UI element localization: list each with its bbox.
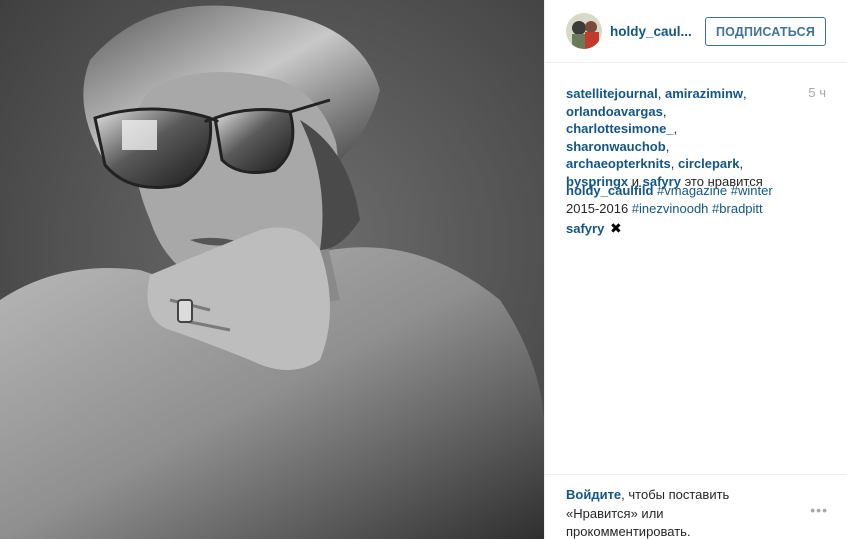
hashtag-link[interactable]: #bradpitt <box>712 201 763 216</box>
post-side-panel: holdy_caul... ПОДПИСАТЬСЯ satellitejourn… <box>544 0 847 539</box>
username-link[interactable]: holdy_caul... <box>610 24 692 39</box>
clover-emoji-icon: ✖ <box>609 220 622 236</box>
caption-comment: holdy_caulfild #vmagazine #winter 2015-2… <box>566 182 806 217</box>
hashtag-link[interactable]: #winter <box>731 183 773 198</box>
like-user-link[interactable]: archaeopterknits <box>566 156 671 171</box>
comma: , <box>739 156 744 171</box>
avatar[interactable] <box>566 13 602 49</box>
post-footer: Войдите, чтобы поставить «Нравится» или … <box>545 474 847 539</box>
login-prompt: Войдите, чтобы поставить «Нравится» или … <box>566 486 756 539</box>
like-user-link[interactable]: sharonwauchob <box>566 139 666 154</box>
post-header: holdy_caul... ПОДПИСАТЬСЯ <box>545 0 847 63</box>
comment-user-link[interactable]: holdy_caulfild <box>566 183 653 198</box>
comma: , <box>662 103 667 119</box>
likes-list: satellitejournal, amiraziminw, orlandoav… <box>566 85 781 190</box>
comma: , <box>665 138 670 154</box>
comma: , <box>657 86 662 101</box>
login-link[interactable]: Войдите <box>566 487 621 502</box>
follow-button[interactable]: ПОДПИСАТЬСЯ <box>705 17 826 46</box>
avatar-image <box>566 13 602 49</box>
hashtag-link[interactable]: #inezvinoodh <box>632 201 709 216</box>
like-user-link[interactable]: circlepark <box>678 156 739 171</box>
post-time[interactable]: 5 ч <box>808 85 826 100</box>
comma: , <box>670 156 675 171</box>
comma: , <box>673 121 678 136</box>
like-user-link[interactable]: charlottesimone_ <box>566 121 674 136</box>
post-photo[interactable] <box>0 0 544 539</box>
hashtag-link[interactable]: #vmagazine <box>657 183 727 198</box>
like-user-link[interactable]: amiraziminw <box>665 86 743 101</box>
comma: , <box>743 86 747 101</box>
like-user-link[interactable]: orlandoavargas <box>566 104 663 119</box>
instagram-post: holdy_caul... ПОДПИСАТЬСЯ satellitejourn… <box>0 0 847 539</box>
portrait-image <box>0 0 544 539</box>
comment-text: 2015-2016 <box>566 200 629 216</box>
more-options-icon[interactable]: ••• <box>810 502 828 518</box>
comment-user-link[interactable]: safyry <box>566 221 604 236</box>
comment: safyry ✖ <box>566 220 806 238</box>
like-user-link[interactable]: satellitejournal <box>566 86 658 101</box>
